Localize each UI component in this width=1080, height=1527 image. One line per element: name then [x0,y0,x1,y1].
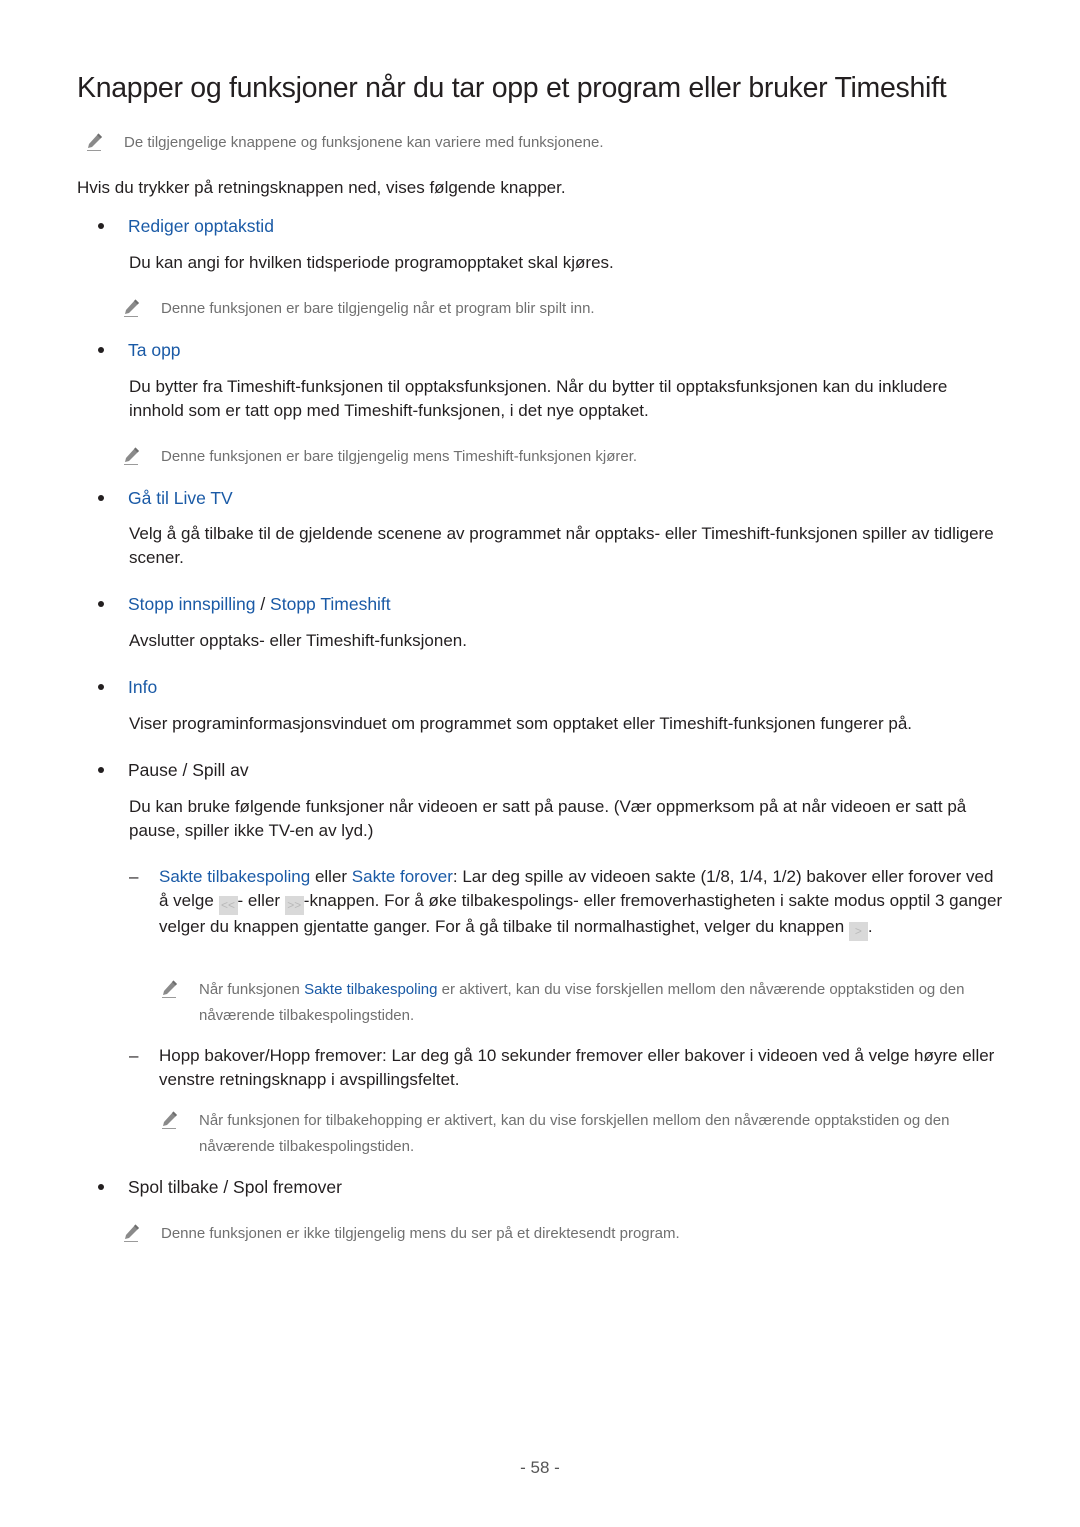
page-number: - 58 - [520,1458,560,1477]
slow-rewind-label: Sakte tilbakespoling [159,867,311,886]
note-text: Denne funksjonen er ikke tilgjengelig me… [161,1225,680,1242]
item-label: Ta opp [128,340,181,360]
item-label-stop-recording: Stopp innspilling [128,594,256,614]
page-title: Knapper og funksjoner når du tar opp et … [77,72,947,104]
dash-marker: – [129,867,139,886]
item-note: Denne funksjonen er bare tilgjengelig me… [122,444,637,470]
document-page: Knapper og funksjoner når du tar opp et … [0,0,1080,1527]
pencil-note-icon [122,298,142,318]
item-description: Viser programinformasjonsvinduet om prog… [129,714,912,733]
play-key-icon: > [848,921,868,941]
list-item-stop: Stopp innspilling / Stopp Timeshift [98,592,391,616]
slow-forward-label: Sakte forover [351,867,453,886]
list-item-edit-recording-time: Rediger opptakstid [98,214,274,238]
intro-paragraph: Hvis du trykker på retningsknappen ned, … [77,178,566,197]
text-fragment: - eller [237,890,285,910]
text-fragment: eller [310,867,352,886]
sub-item-note: Når funksjonen Sakte tilbakespoling er a… [160,977,1010,1029]
list-item-info: Info [98,675,157,699]
note-text: De tilgjengelige knappene og funksjonene… [124,134,604,151]
item-label: Spol tilbake / Spol fremover [128,1177,342,1197]
text-fragment: . [867,916,873,936]
item-description: Du kan bruke følgende funksjoner når vid… [129,797,967,840]
bullet-icon [98,347,104,353]
note-text: Denne funksjonen er bare tilgjengelig me… [161,448,638,465]
bullet-icon [98,223,104,229]
pencil-note-icon [122,446,142,466]
item-note: Denne funksjonen er bare tilgjengelig nå… [122,296,595,322]
rewind-key-icon: << [218,895,238,915]
list-item-rewind-forward: Spol tilbake / Spol fremover [98,1175,342,1199]
intro-note: De tilgjengelige knappene og funksjonene… [85,130,604,156]
pencil-note-icon [85,132,105,152]
slow-rewind-link-text: Sakte tilbakespoling [304,981,438,998]
bullet-icon [98,1184,104,1190]
note-text: Når funksjonen for tilbakehopping er akt… [199,1112,950,1155]
sub-item-note: Når funksjonen for tilbakehopping er akt… [160,1108,1010,1160]
item-description: Du kan angi for hvilken tidsperiode prog… [129,253,614,272]
label-separator: / [255,594,271,614]
item-label: Info [128,677,158,697]
item-note: Denne funksjonen er ikke tilgjengelig me… [122,1221,680,1247]
note-text: Denne funksjonen er bare tilgjengelig nå… [161,300,595,317]
note-text: Når funksjonen Sakte tilbakespoling er a… [199,977,1010,1029]
item-description: Du bytter fra Timeshift-funksjonen til o… [129,377,948,420]
pencil-note-icon [160,1110,180,1130]
sub-item-text: Sakte tilbakespoling eller Sakte forover… [159,865,1004,941]
list-item-record: Ta opp [98,338,181,362]
sub-item-slow-motion: – Sakte tilbakespoling eller Sakte forov… [129,865,1004,941]
bullet-icon [98,601,104,607]
bullet-icon [98,684,104,690]
text-fragment: Når funksjonen [199,981,305,998]
bullet-icon [98,767,104,773]
list-item-go-to-live-tv: Gå til Live TV [98,486,233,510]
item-label: Rediger opptakstid [128,216,274,236]
pencil-note-icon [160,979,180,999]
item-description: Velg å gå tilbake til de gjeldende scene… [129,524,994,567]
pencil-note-icon [122,1223,142,1243]
item-label-stop-timeshift: Stopp Timeshift [270,594,391,614]
list-item-pause-play: Pause / Spill av [98,758,249,782]
item-description: Avslutter opptaks- eller Timeshift-funks… [129,631,467,650]
item-label: Gå til Live TV [128,488,233,508]
fast-forward-key-icon: >> [284,895,304,915]
dash-marker: – [129,1046,139,1065]
sub-item-text: Hopp bakover/Hopp fremover: Lar deg gå 1… [159,1046,995,1089]
item-label: Pause / Spill av [128,760,249,780]
bullet-icon [98,495,104,501]
sub-item-skip: – Hopp bakover/Hopp fremover: Lar deg gå… [129,1044,1004,1091]
